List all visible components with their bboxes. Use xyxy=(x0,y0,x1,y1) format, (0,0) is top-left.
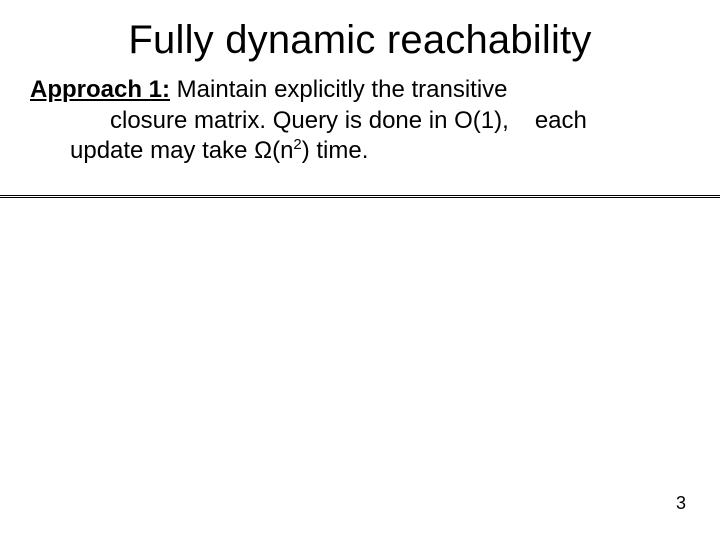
approach-label: Approach 1: xyxy=(30,76,170,103)
page-number: 3 xyxy=(676,493,686,514)
slide-body: Approach 1: Maintain explicitly the tran… xyxy=(0,75,720,167)
slide: Fully dynamic reachability Approach 1: M… xyxy=(0,0,720,540)
horizontal-rule-top xyxy=(0,195,720,196)
slide-title: Fully dynamic reachability xyxy=(0,0,720,75)
omega-symbol: Ω xyxy=(254,137,272,164)
line3-exponent: 2 xyxy=(293,137,301,153)
body-line-2: closure matrix. Query is done in O(1), ea… xyxy=(30,106,692,137)
body-line-3: update may take Ω(n2) time. xyxy=(30,136,692,167)
line3-close: ) time. xyxy=(302,137,369,164)
line3-open: (n xyxy=(272,137,293,164)
line2-part1: closure matrix. Query is done in O(1), xyxy=(110,107,509,134)
line1-rest: Maintain explicitly the transitive xyxy=(170,76,507,103)
line2-part2: each xyxy=(535,107,587,134)
line3-pre: update may take xyxy=(70,137,254,164)
body-line-1: Approach 1: Maintain explicitly the tran… xyxy=(30,75,692,106)
horizontal-rule-bottom xyxy=(0,197,720,198)
